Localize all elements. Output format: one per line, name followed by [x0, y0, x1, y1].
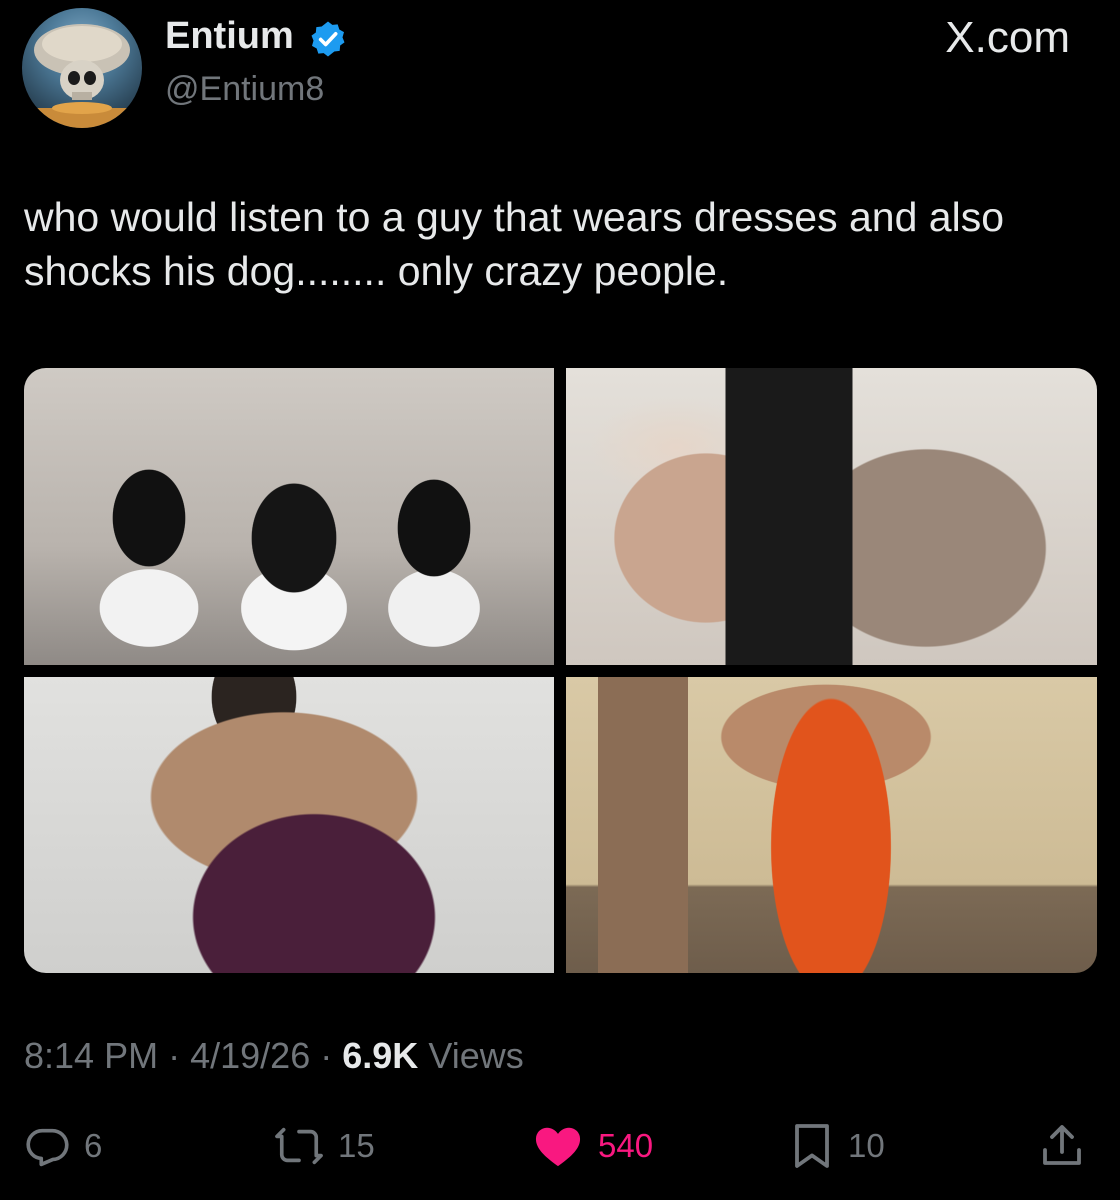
- media-grid: [24, 368, 1097, 973]
- heart-icon: [535, 1127, 581, 1167]
- display-name[interactable]: Entium: [165, 14, 294, 58]
- post-date[interactable]: 4/19/26: [190, 1035, 310, 1076]
- tweet-text: who would listen to a guy that wears dre…: [24, 194, 1004, 294]
- media-photo-4[interactable]: [566, 677, 1097, 973]
- repost-button[interactable]: 15: [274, 1120, 375, 1172]
- post-time[interactable]: 8:14 PM: [24, 1035, 158, 1076]
- reply-button[interactable]: 6: [24, 1120, 102, 1172]
- reply-count: 6: [84, 1127, 103, 1164]
- repost-count: 15: [338, 1127, 375, 1164]
- bookmark-icon: [795, 1124, 829, 1168]
- user-handle[interactable]: @Entium8: [165, 68, 324, 110]
- like-count: 540: [598, 1127, 654, 1164]
- share-icon: [1043, 1125, 1081, 1165]
- media-photo-2[interactable]: [566, 368, 1097, 665]
- bookmark-count: 10: [848, 1127, 885, 1164]
- like-button[interactable]: 540: [532, 1120, 653, 1172]
- avatar-image: [22, 24, 142, 128]
- verified-badge-icon: [311, 21, 345, 57]
- bookmark-button[interactable]: 10: [790, 1120, 885, 1172]
- views-count: 6.9K: [342, 1035, 419, 1076]
- source-label: X.com: [945, 13, 1070, 62]
- share-button[interactable]: [1040, 1120, 1084, 1172]
- repost-icon: [275, 1127, 323, 1165]
- separator-dot: ·: [320, 1035, 333, 1076]
- media-photo-3[interactable]: [24, 677, 554, 973]
- avatar[interactable]: [22, 8, 142, 128]
- views-label: Views: [428, 1035, 524, 1076]
- tweet-metadata: 8:14 PM · 4/19/26 · 6.9K Views: [24, 1034, 524, 1078]
- reply-icon: [26, 1128, 69, 1167]
- media-photo-1[interactable]: [24, 368, 554, 665]
- separator-dot: ·: [168, 1035, 181, 1076]
